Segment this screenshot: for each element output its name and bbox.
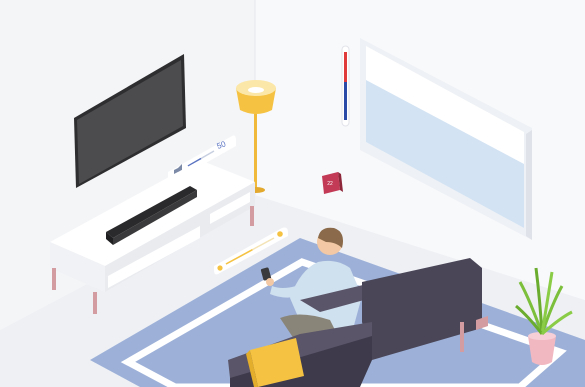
smart-home-illustration: 22 50: [0, 0, 585, 387]
thermometer: [341, 45, 350, 127]
sun-icon: [277, 231, 283, 237]
thermostat-value: 22: [327, 181, 333, 187]
bulb-icon: [217, 265, 223, 271]
